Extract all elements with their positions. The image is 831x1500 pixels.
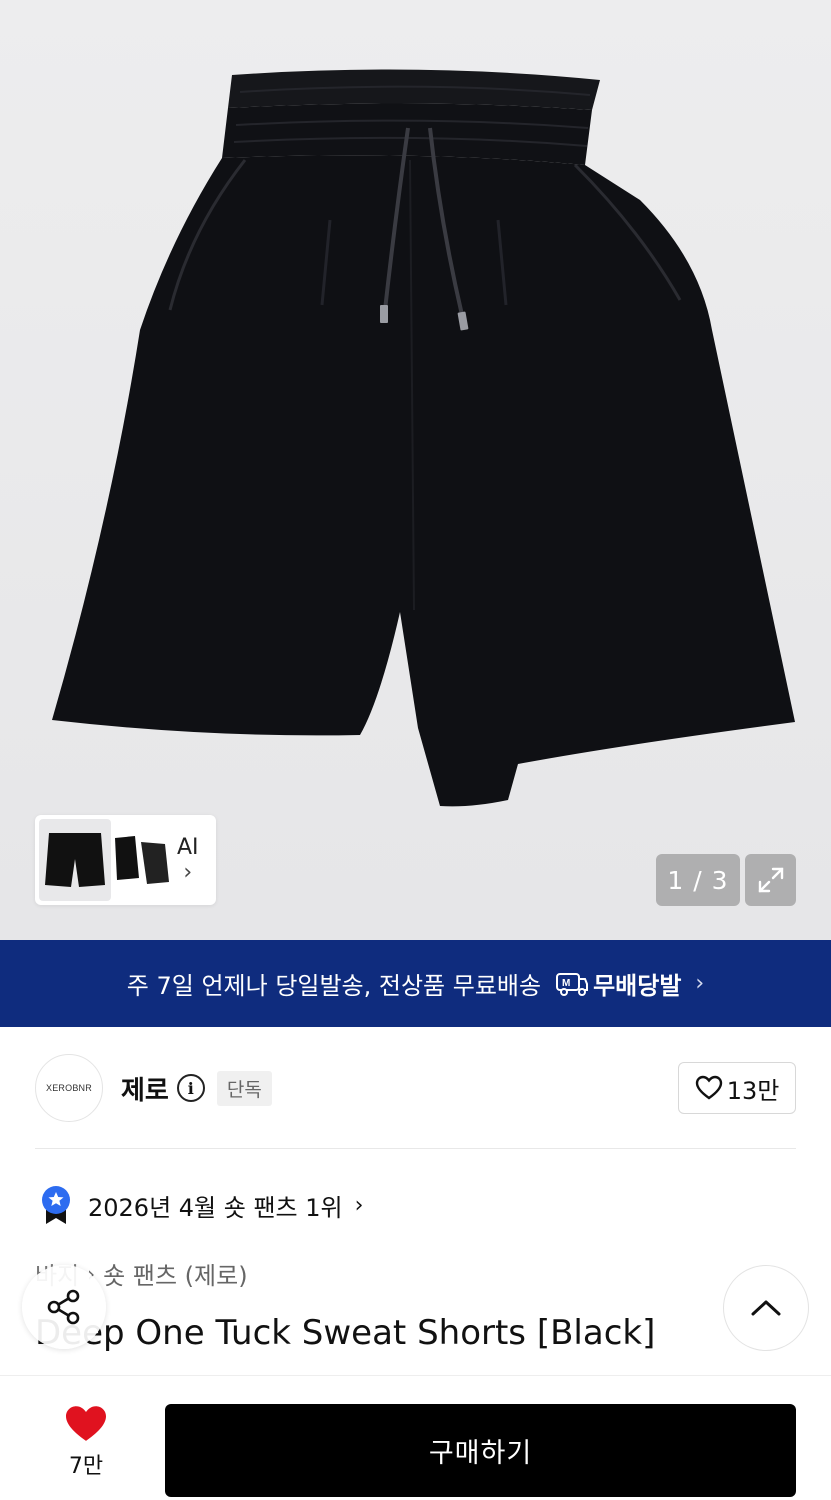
wish-count: 7만 [68, 1454, 104, 1479]
brand-like-button[interactable]: 13만 [678, 1062, 796, 1114]
product-photo [52, 69, 795, 807]
product-image-gallery[interactable]: AI › 1 / 3 [0, 0, 831, 940]
chevron-right-icon: › [354, 1192, 364, 1218]
scroll-top-button[interactable] [723, 1265, 809, 1351]
exclusive-badge: 단독 [216, 1070, 272, 1106]
breadcrumb-subcategory[interactable]: 숏 팬츠 (제로) [103, 1256, 247, 1291]
shipping-banner-text: 주 7일 언제나 당일발송, 전상품 무료배송 [126, 972, 542, 1000]
ai-label: AI [177, 834, 199, 860]
brand-logo[interactable]: XEROBNR [35, 1054, 103, 1122]
shipping-banner[interactable]: 주 7일 언제나 당일발송, 전상품 무료배송 M 무배당발 › [0, 940, 831, 1027]
brand-name[interactable]: 제로 [121, 1070, 169, 1107]
product-title: Deep One Tuck Sweat Shorts [Black] [35, 1313, 656, 1353]
brand-like-count: 13만 [726, 1076, 780, 1105]
thumbnail-shorts-alt-image [115, 836, 169, 884]
buy-button[interactable]: 구매하기 [165, 1404, 796, 1497]
heart-outline-icon [695, 1075, 722, 1100]
brand-row: XEROBNR 제로 i 단독 13만 [35, 1052, 796, 1124]
chevron-right-icon: › [183, 859, 193, 885]
share-button[interactable] [22, 1265, 106, 1349]
truck-m-icon: M [555, 971, 589, 997]
expand-button[interactable] [745, 854, 796, 906]
thumbnail-secondary[interactable] [113, 825, 171, 895]
image-pager: 1 / 3 [656, 854, 740, 906]
heart-filled-icon [66, 1406, 106, 1441]
ranking-text: 2026년 4월 숏 팬츠 1위 [88, 1193, 343, 1222]
thumbnail-main[interactable] [39, 819, 111, 901]
share-icon [47, 1289, 80, 1325]
chevron-right-icon: › [695, 971, 705, 996]
wish-button[interactable]: 7만 [50, 1404, 122, 1480]
ranking-medal-icon [42, 1186, 70, 1224]
expand-icon [758, 867, 783, 893]
svg-text:M: M [562, 978, 570, 989]
bottom-action-bar: 7만 구매하기 [0, 1375, 831, 1500]
thumbnail-strip[interactable]: AI › [35, 815, 216, 905]
chevron-up-icon [751, 1300, 781, 1316]
info-icon[interactable]: i [176, 1074, 205, 1102]
thumbnail-shorts-image [45, 833, 105, 887]
ai-thumbnail-link[interactable]: AI › [177, 835, 199, 886]
divider [35, 1148, 796, 1149]
ranking-link[interactable]: 2026년 4월 숏 팬츠 1위 › [38, 1184, 363, 1226]
shipping-brand: 무배당발 [593, 972, 682, 1000]
